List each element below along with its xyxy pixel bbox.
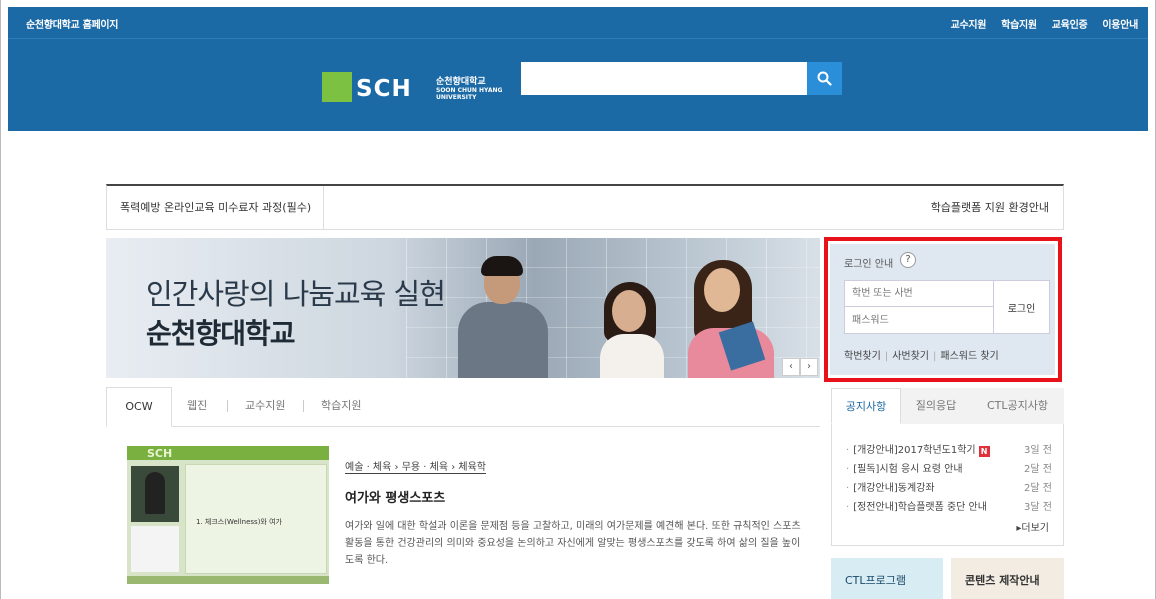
link-separator: | [933, 351, 937, 362]
notice-list: · [개강안내]2017학년도1학기 N 3일 전 · [필독]시험 응시 요령 안내… [831, 424, 1064, 546]
notice-item[interactable]: · [개강안내]동계강좌 2달 전 [846, 479, 1052, 494]
thumbnail-logo: SCH [147, 447, 173, 460]
course-description: 여가와 일에 대한 학설과 이론을 문제점 등을 고찰하고, 미래의 여가문제를… [345, 521, 801, 566]
university-home-link[interactable]: 순천향대학교 홈페이지 [26, 16, 118, 31]
violence-prevention-notice[interactable]: 폭력예방 온라인교육 미수료자 과정(필수) [107, 186, 324, 229]
login-panel: 로그인 안내 ? 로그인 학번찾기|사번찾기|패스워드 찾기 [830, 244, 1055, 375]
tab-ctl-notices[interactable]: CTL공지사항 [971, 388, 1064, 424]
banner-nav: ‹ › [782, 358, 818, 376]
top-bar: 순천향대학교 홈페이지 교수지원 학습지원 교육인증 이용안내 [8, 7, 1148, 39]
lecture-index-list [131, 526, 179, 572]
notice-title: [개강안내]동계강좌 [853, 483, 935, 494]
sch-logo[interactable]: SCH 순천향대학교 SOON CHUN HYANG UNIVERSITY [322, 72, 522, 106]
banner-student-2-face [612, 290, 646, 332]
content-tabs: OCW 웹진 교수지원 학습지원 [106, 387, 820, 427]
bullet-icon: · [846, 483, 850, 494]
find-staff-id-link[interactable]: 사번찾기 [892, 351, 929, 362]
notice-date: 2달 전 [1024, 464, 1052, 475]
banner-slogan: 인간사랑의 나눔교육 실현 [146, 277, 446, 311]
banner-university-name: 순천향대학교 [146, 317, 296, 350]
student-id-input[interactable] [844, 280, 994, 307]
menu-faculty-support[interactable]: 교수지원 [951, 16, 987, 31]
banner-student-3-face [704, 268, 740, 312]
notice-title: [정전안내]학습플랫폼 중단 안내 [853, 502, 987, 513]
account-recovery-links: 학번찾기 | 사번찾기 | 패스워드 찾기 [844, 347, 999, 362]
top-menu: 교수지원 학습지원 교육인증 이용안내 [951, 16, 1139, 31]
player-control-bar [127, 576, 329, 584]
menu-learning-support[interactable]: 학습지원 [1001, 16, 1037, 31]
tab-qna[interactable]: 질의응답 [901, 388, 971, 424]
notice-date: 3달 전 [1024, 502, 1052, 513]
content-production-guide-button[interactable]: 콘텐츠 제작안내 [951, 558, 1064, 599]
bullet-icon: · [846, 445, 850, 456]
banner-student-1 [458, 302, 548, 378]
bullet-icon: · [846, 464, 850, 475]
find-student-id-link[interactable]: 학번찾기 [844, 351, 881, 362]
banner-student-2 [600, 334, 664, 378]
notice-item[interactable]: · [개강안내]2017학년도1학기 N 3일 전 [846, 441, 1052, 457]
platform-guide-link[interactable]: 학습플랫폼 지원 환경안내 [931, 186, 1049, 229]
logo-english-name: SOON CHUN HYANG UNIVERSITY [436, 87, 503, 101]
tab-learning-support[interactable]: 학습지원 [321, 387, 361, 427]
course-title[interactable]: 여가와 평생스포츠 [345, 487, 445, 506]
login-button[interactable]: 로그인 [993, 280, 1050, 334]
tab-ocw[interactable]: OCW [106, 387, 172, 427]
notice-title: [필독]시험 응시 요령 안내 [853, 464, 963, 475]
notice-item[interactable]: · [정전안내]학습플랫폼 중단 안내 3달 전 [846, 498, 1052, 513]
notice-date: 2달 전 [1024, 483, 1052, 494]
new-badge: N [978, 446, 990, 457]
find-password-link[interactable]: 패스워드 찾기 [940, 351, 998, 362]
tab-separator [303, 400, 304, 412]
menu-usage-guide[interactable]: 이용안내 [1102, 16, 1138, 31]
bullet-icon: · [846, 502, 850, 513]
password-input[interactable] [844, 307, 994, 334]
notice-title: [개강안내]2017학년도1학기 [853, 445, 976, 456]
lecture-slide: 1. 체크스(Wellness)와 여가 [185, 464, 327, 574]
course-thumbnail[interactable]: SCH 1. 체크스(Wellness)와 여가 [127, 446, 329, 584]
notice-tabs: 공지사항 질의응답 CTL공지사항 [831, 388, 1064, 424]
lecturer-figure [145, 472, 165, 514]
menu-education-certification[interactable]: 교육인증 [1052, 16, 1088, 31]
help-icon[interactable]: ? [900, 252, 916, 268]
tab-separator [227, 400, 228, 412]
ctl-program-button[interactable]: CTL프로그램 [831, 558, 943, 599]
logo-sch-text: SCH [356, 76, 412, 102]
tab-notices[interactable]: 공지사항 [831, 388, 901, 424]
search-button[interactable] [807, 62, 842, 95]
magnifier-icon [817, 71, 832, 86]
banner-next-button[interactable]: › [800, 358, 818, 376]
login-guide-title[interactable]: 로그인 안내 [844, 255, 893, 270]
search-input[interactable] [521, 62, 807, 95]
tab-faculty-support[interactable]: 교수지원 [245, 387, 285, 427]
notice-bar: 폭력예방 온라인교육 미수료자 과정(필수) 학습플랫폼 지원 환경안내 [106, 184, 1064, 230]
main-banner[interactable]: 인간사랑의 나눔교육 실현 순천향대학교 ‹ › [106, 238, 820, 378]
logo-green-square [322, 72, 352, 102]
tab-webzine[interactable]: 웹진 [187, 387, 207, 427]
logo-korean-name: 순천향대학교 [436, 77, 486, 87]
course-category[interactable]: 예술 · 체육 › 무용 · 체육 › 체육학 [345, 458, 486, 473]
notice-date: 3일 전 [1024, 445, 1052, 456]
banner-prev-button[interactable]: ‹ [782, 358, 800, 376]
notice-item[interactable]: · [필독]시험 응시 요령 안내 2달 전 [846, 460, 1052, 475]
link-separator: | [884, 351, 889, 362]
lecture-slide-text: 1. 체크스(Wellness)와 여가 [196, 518, 282, 526]
banner-student-1-hair [481, 256, 523, 276]
more-link[interactable]: ▸더보기 [1016, 519, 1049, 534]
